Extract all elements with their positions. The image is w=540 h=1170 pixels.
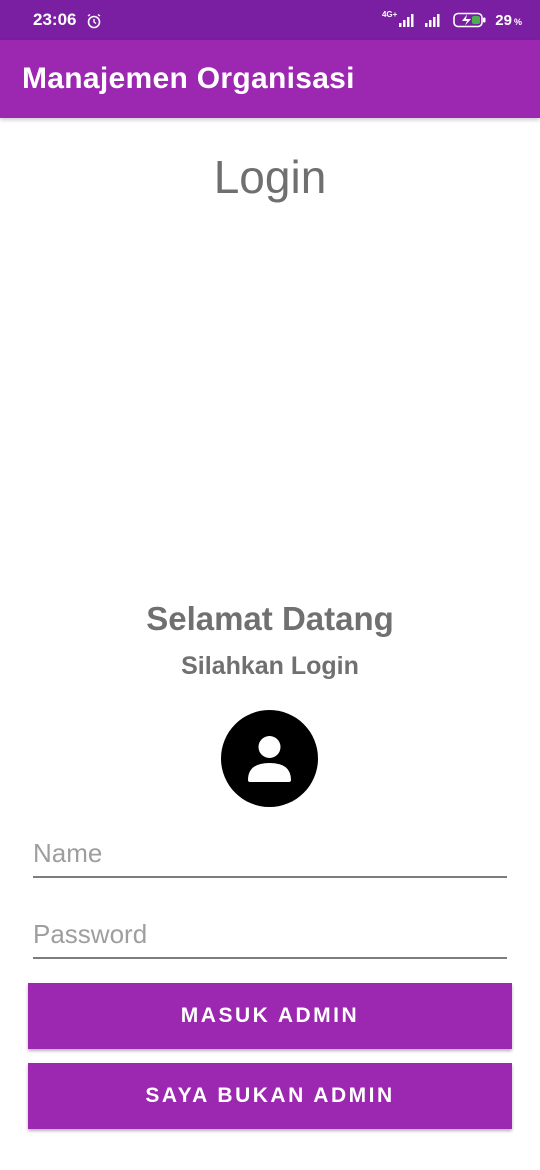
non-admin-button[interactable]: SAYA BUKAN ADMIN bbox=[28, 1063, 512, 1129]
password-input[interactable] bbox=[33, 911, 507, 957]
welcome-subtitle: Silahkan Login bbox=[181, 652, 359, 680]
user-icon bbox=[248, 736, 291, 782]
name-input[interactable] bbox=[33, 830, 507, 876]
avatar bbox=[221, 710, 318, 807]
battery-charging-icon bbox=[453, 12, 486, 28]
status-icons: 4G+ 29% bbox=[382, 10, 522, 30]
page-title: Login bbox=[213, 151, 327, 203]
network-type-label: 4G+ bbox=[381, 10, 398, 19]
app-title: Manajemen Organisasi bbox=[22, 62, 355, 95]
status-bar: 23:06 4G+ 29% bbox=[0, 0, 540, 40]
signal-icon bbox=[399, 14, 414, 27]
alarm-icon bbox=[87, 13, 101, 29]
battery-percent: 29% bbox=[495, 11, 522, 29]
welcome-title: Selamat Datang bbox=[146, 600, 394, 637]
app-bar: Manajemen Organisasi bbox=[0, 40, 540, 118]
status-time: 23:06 bbox=[33, 10, 77, 29]
name-field[interactable] bbox=[33, 830, 507, 878]
admin-login-button[interactable]: MASUK ADMIN bbox=[28, 983, 512, 1049]
signal-icon bbox=[425, 14, 440, 27]
password-field[interactable] bbox=[33, 911, 507, 959]
